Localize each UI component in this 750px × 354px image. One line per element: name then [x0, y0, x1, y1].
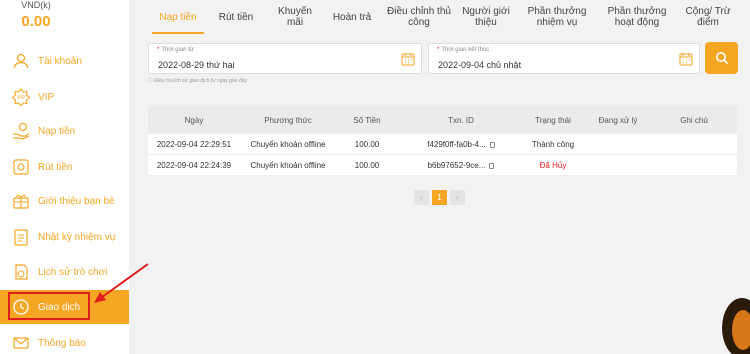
col-amount: Số Tiền: [353, 115, 381, 125]
col-note: Ghi chú: [680, 115, 708, 125]
calendar-icon[interactable]: [401, 52, 415, 66]
sidebar-item-label: Nạp tiền: [38, 125, 76, 137]
table-row[interactable]: 2022-09-04 22:29:51 Chuyển khoản offline…: [148, 134, 737, 155]
transaction-tabs: Nạp tiền Rút tiền Khuyến mãi Hoàn trả Đi…: [148, 0, 750, 34]
cell-txn-id: f429f0ff-fa0b-4...: [398, 134, 524, 155]
svg-text:VIP: VIP: [17, 95, 26, 101]
game-history-icon: [10, 261, 32, 283]
table-row[interactable]: 2022-09-04 22:24:39 Chuyển khoản offline…: [148, 155, 737, 176]
sidebar-item-label: Tài khoản: [38, 55, 82, 67]
pagination: ‹ 1 ›: [414, 190, 465, 206]
tab-points-adjustment[interactable]: Cộng/ Trừ điểm: [678, 0, 738, 34]
cell-amount: 100.00: [354, 161, 380, 170]
mail-icon: [10, 332, 32, 354]
cell-txn-id: b6b97652-9ce...: [398, 155, 524, 176]
task-log-icon: [10, 226, 32, 248]
tab-activity-reward[interactable]: Phần thưởng hoạt động: [602, 0, 672, 34]
copy-icon[interactable]: [489, 162, 495, 169]
tab-manual-adjustment[interactable]: Điều chỉnh thủ công: [386, 0, 452, 34]
support-avatar[interactable]: [722, 298, 750, 354]
table-header: Ngày Phương thức Số Tiền Txn. ID Trạng t…: [148, 106, 737, 134]
active-tab-indicator: [152, 32, 204, 34]
balance-amount: 0.00: [21, 13, 51, 30]
sidebar-item-label: Rút tiền: [38, 161, 73, 173]
copy-icon[interactable]: [489, 141, 495, 148]
col-txn-id: Txn. ID: [448, 115, 474, 125]
user-icon: [10, 50, 32, 72]
sidebar-item-referral[interactable]: Giới thiệu bạn bè: [0, 184, 129, 218]
cell-date: 2022-09-04 22:29:51: [156, 140, 232, 149]
cell-method: Chuyển khoản offline: [250, 140, 326, 149]
withdraw-icon: [10, 156, 32, 178]
end-date-value: 2022-09-04 chủ nhật: [438, 60, 522, 70]
start-date-field[interactable]: * Thời gian từ 2022-08-29 thứ hai: [148, 43, 422, 74]
next-page-button[interactable]: ›: [450, 190, 465, 205]
vip-badge-icon: VIP: [10, 86, 32, 108]
sidebar-item-label: Thông báo: [38, 337, 86, 349]
cell-method: Chuyển khoản offline: [250, 161, 326, 170]
col-method: Phương thức: [264, 115, 312, 125]
col-date: Ngày: [184, 115, 204, 125]
start-date-value: 2022-08-29 thứ hai: [158, 60, 235, 70]
cell-status: Đã Hủy: [539, 161, 567, 170]
tab-promotion[interactable]: Khuyến mãi: [272, 0, 318, 34]
sidebar-item-vip[interactable]: VIP VIP: [0, 80, 129, 114]
sidebar-item-withdraw[interactable]: Rút tiền: [0, 150, 129, 184]
cell-date: 2022-09-04 22:24:39: [156, 161, 232, 170]
sidebar-item-account[interactable]: Tài khoản: [0, 44, 129, 78]
tab-task-reward[interactable]: Phần thưởng nhiệm vụ: [522, 0, 592, 34]
sidebar-item-label: Nhật ký nhiệm vụ: [38, 231, 116, 243]
cell-status: Thành công: [531, 140, 575, 149]
referral-icon: [10, 190, 32, 212]
sidebar-item-label: VIP: [38, 91, 55, 103]
tab-rebate[interactable]: Hoàn trả: [328, 0, 376, 34]
filter-hint: ⓘ Điều tra lịch sử giao dịch từ ngày gần…: [148, 78, 247, 84]
end-date-caption: * Thời gian kết thúc: [437, 47, 490, 53]
annotation-arrow: [94, 263, 149, 303]
start-date-caption: * Thời gian từ: [157, 47, 194, 53]
sidebar-item-notifications[interactable]: Thông báo: [0, 326, 129, 354]
calendar-icon[interactable]: [679, 52, 693, 66]
deposit-icon: [10, 120, 32, 142]
col-status: Trạng thái: [535, 115, 571, 125]
tab-referrer[interactable]: Người giới thiệu: [460, 0, 512, 34]
cell-amount: 100.00: [354, 140, 380, 149]
page-button-current[interactable]: 1: [432, 190, 447, 205]
prev-page-button[interactable]: ‹: [414, 190, 429, 205]
balance-panel: VND(k) 0.00: [0, 0, 129, 40]
sidebar-item-task-log[interactable]: Nhật ký nhiệm vụ: [0, 220, 129, 254]
balance-currency: VND(k): [21, 0, 51, 10]
tab-deposit[interactable]: Nạp tiền: [152, 0, 204, 34]
col-processing: Đang xử lý: [598, 115, 638, 125]
annotation-highlight-box: [8, 292, 90, 320]
sidebar-item-deposit[interactable]: Nạp tiền: [0, 114, 129, 148]
transactions-table: Ngày Phương thức Số Tiền Txn. ID Trạng t…: [148, 106, 737, 176]
avatar-figure: [732, 310, 750, 350]
sidebar-item-label: Giới thiệu bạn bè: [38, 195, 115, 207]
end-date-field[interactable]: * Thời gian kết thúc 2022-09-04 chủ nhật: [428, 43, 700, 74]
txn-id-text: f429f0ff-fa0b-4...: [427, 140, 486, 149]
search-button[interactable]: [705, 42, 738, 74]
search-icon: [715, 52, 728, 65]
tab-withdraw[interactable]: Rút tiền: [212, 0, 260, 34]
txn-id-text: b6b97652-9ce...: [427, 161, 486, 170]
